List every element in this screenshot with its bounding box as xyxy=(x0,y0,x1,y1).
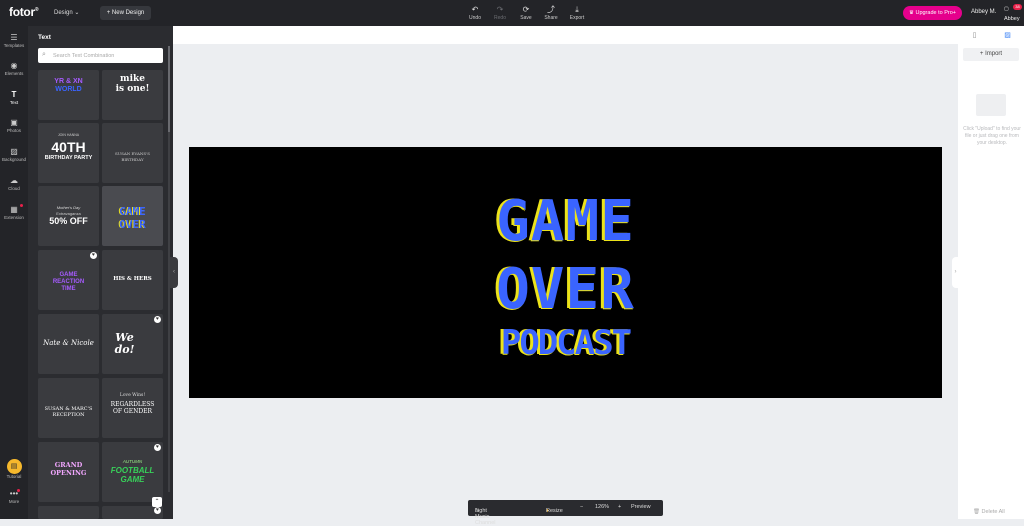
text-template-tile[interactable]: Nate & Nicole xyxy=(38,314,99,374)
canvas-text-game[interactable]: GAME xyxy=(189,189,942,254)
elements-icon: ◉ xyxy=(10,61,18,70)
chevron-up-icon: ⌃ xyxy=(154,499,160,505)
trash-icon: 🗑 xyxy=(973,509,980,515)
new-design-button[interactable]: + New Design xyxy=(100,6,151,20)
crown-icon: ♛ xyxy=(909,10,914,16)
zoom-in-button[interactable]: + xyxy=(618,504,621,510)
chevron-right-icon: › xyxy=(954,269,957,275)
canvas-text-over[interactable]: OVER xyxy=(189,257,942,322)
pages-icon: ▯ xyxy=(972,32,977,39)
rail-item-extension[interactable]: ▦ Extension xyxy=(0,204,28,220)
text-template-tile[interactable]: JOIN HANNA 40TH BIRTHDAY PARTY xyxy=(38,123,99,183)
favorite-heart-icon[interactable]: ♥ xyxy=(154,507,161,514)
avatar-name: Abbey xyxy=(1004,16,1020,22)
zoom-level[interactable]: 126% xyxy=(595,504,609,510)
text-template-tile[interactable]: We do! ♥ xyxy=(102,314,163,374)
rail-item-tutorial[interactable]: ▤ Tutorial xyxy=(0,459,28,479)
collapse-panel-button[interactable]: ‹ xyxy=(170,257,178,288)
upload-hint: Click "Upload" to find your file or just… xyxy=(963,126,1021,146)
delete-all-button[interactable]: 🗑 Delete All xyxy=(973,509,1005,515)
tab-pages[interactable]: ▯ xyxy=(958,31,991,39)
chevron-down-icon: ⌄ xyxy=(74,10,80,16)
favorite-heart-icon[interactable]: ♥ xyxy=(90,252,97,259)
text-template-tile[interactable]: Love Wins! REGARDLESS OF GENDER xyxy=(102,378,163,438)
avatar-image-icon: ▢ xyxy=(1004,6,1009,12)
favorite-heart-icon[interactable]: ♥ xyxy=(154,444,161,451)
rail-item-elements[interactable]: ◉ Elements xyxy=(0,60,28,76)
share-icon: ⤴ xyxy=(547,5,555,14)
extension-icon: ▦ xyxy=(10,205,18,214)
more-icon: ••• xyxy=(9,489,19,498)
rail-item-cloud[interactable]: ☁ Cloud xyxy=(0,175,28,191)
text-template-tile[interactable]: GAME REACTION TIME ♥ xyxy=(38,250,99,310)
undo-button[interactable]: ↶ Undo xyxy=(462,4,488,21)
tutorial-icon: ▤ xyxy=(6,459,22,474)
save-icon: ⟳ xyxy=(522,5,530,14)
image-icon: ▨ xyxy=(1004,32,1011,39)
upgrade-button[interactable]: ♛ Upgrade to Pro+ xyxy=(903,6,962,20)
fotor-logo[interactable]: fotor® xyxy=(9,5,39,19)
design-dropdown[interactable]: Design ⌄ xyxy=(54,9,79,16)
left-rail: ☰ Templates ◉ Elements T Text ▣ Photos ▨… xyxy=(0,26,28,519)
templates-icon: ☰ xyxy=(10,33,18,42)
text-template-tile[interactable]: GRAND OPENING xyxy=(38,442,99,502)
notification-badge: 38 xyxy=(1013,4,1022,10)
export-icon: ⤓ xyxy=(575,5,579,14)
scroll-to-top-button[interactable]: ⌃ xyxy=(152,497,162,507)
text-template-tile[interactable]: SUSAN & MARC'S RECEPTION xyxy=(38,378,99,438)
text-template-tile[interactable]: ♥ xyxy=(102,506,163,519)
text-template-tile[interactable]: HIS & HERS xyxy=(102,250,163,310)
canvas-text-podcast[interactable]: PODCAST xyxy=(189,323,942,363)
avatar[interactable]: ▢ 38 Abbey xyxy=(1004,4,1022,24)
search-box: ⌕ xyxy=(38,48,163,63)
bottom-toolbar: ✎ Light Music Channel ♦ Resize − 126% + … xyxy=(468,500,663,526)
rail-item-background[interactable]: ▨ Background xyxy=(0,146,28,162)
right-panel: ▯ ▨ + Import Click "Upload" to find your… xyxy=(958,26,1024,519)
cloud-icon: ☁ xyxy=(10,176,18,185)
zoom-out-button[interactable]: − xyxy=(580,504,583,510)
redo-icon: ↷ xyxy=(496,5,504,14)
tab-uploads[interactable]: ▨ xyxy=(991,31,1024,39)
share-button[interactable]: ⤴ Share xyxy=(538,4,564,21)
preview-button[interactable]: Preview xyxy=(631,504,651,510)
user-name[interactable]: Abbey M. xyxy=(971,9,996,15)
text-template-tile[interactable] xyxy=(38,506,99,519)
rail-item-photos[interactable]: ▣ Photos xyxy=(0,117,28,133)
background-icon: ▨ xyxy=(10,147,18,156)
search-icon: ⌕ xyxy=(42,51,46,58)
extension-new-dot xyxy=(20,204,23,207)
save-button[interactable]: ⟳ Save xyxy=(513,4,539,21)
canvas-top-strip xyxy=(173,26,958,44)
text-template-tile[interactable]: YR & XN WORLD xyxy=(38,70,99,120)
rail-item-more[interactable]: ••• More xyxy=(0,488,28,504)
rail-item-text[interactable]: T Text xyxy=(0,89,28,105)
redo-button[interactable]: ↷ Redo xyxy=(487,4,513,21)
text-template-tile[interactable]: Mother's Day Extravaganza 50% OFF xyxy=(38,186,99,246)
search-input[interactable] xyxy=(53,50,158,61)
panel-title: Text xyxy=(38,34,51,41)
more-new-dot xyxy=(17,489,20,492)
text-template-tile[interactable]: GAME OVER xyxy=(102,186,163,246)
import-button[interactable]: + Import xyxy=(963,48,1019,61)
text-icon: T xyxy=(11,90,17,99)
text-template-tile[interactable]: AUTUMN FOOTBALL GAME ♥ xyxy=(102,442,163,502)
text-panel: Text ⌕ YR & XN WORLD mike is one! JOIN H… xyxy=(28,26,173,519)
design-canvas[interactable]: GAME OVER PODCAST xyxy=(189,147,942,398)
upload-illustration xyxy=(976,94,1006,116)
undo-icon: ↶ xyxy=(471,5,479,14)
photos-icon: ▣ xyxy=(10,118,18,127)
text-template-tile[interactable]: SUSAN EVANS'S BIRTHDAY xyxy=(102,123,163,183)
chevron-left-icon: ‹ xyxy=(173,269,175,275)
top-bar: fotor® Design ⌄ + New Design ↶ Undo ↷ Re… xyxy=(0,0,1024,26)
rail-item-templates[interactable]: ☰ Templates xyxy=(0,32,28,48)
text-template-tile[interactable]: mike is one! xyxy=(102,70,163,120)
favorite-heart-icon[interactable]: ♥ xyxy=(154,316,161,323)
export-button[interactable]: ⤓ Export xyxy=(564,4,590,21)
